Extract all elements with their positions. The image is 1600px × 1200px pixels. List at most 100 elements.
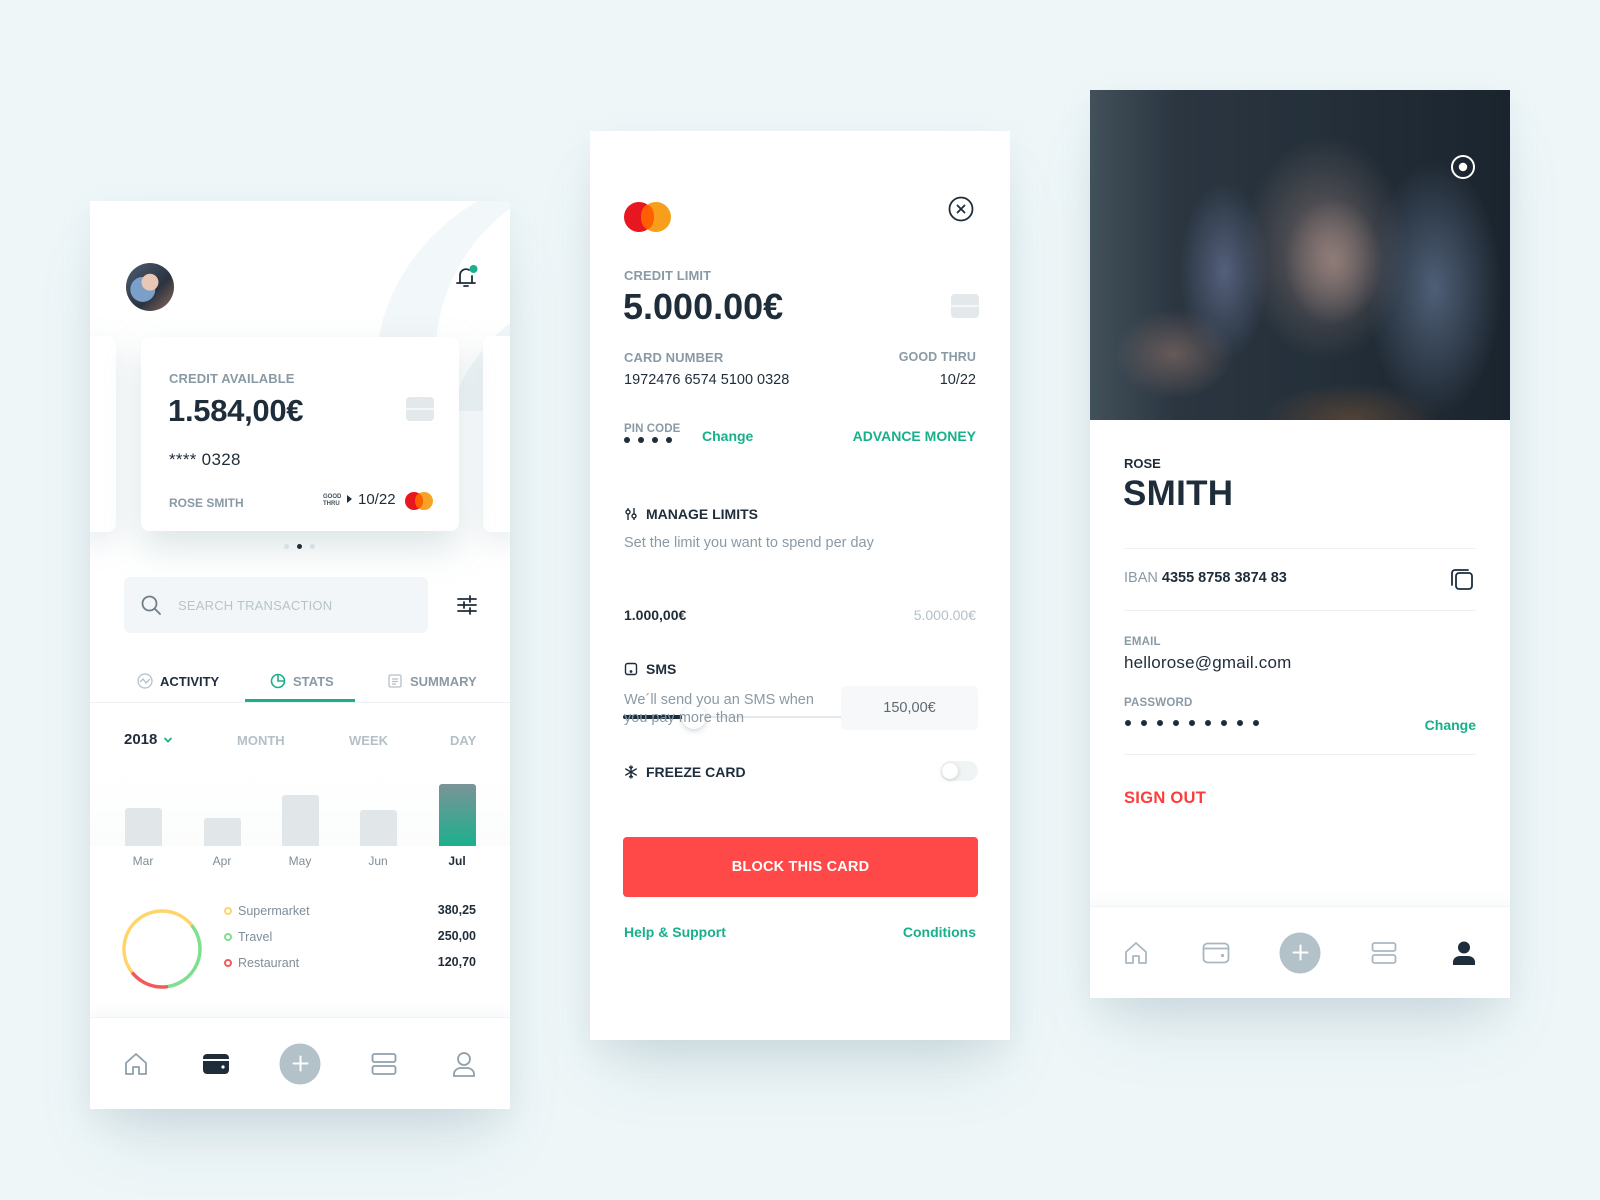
add-button[interactable] [279, 1043, 321, 1084]
card-number-label: CARD NUMBER [624, 350, 724, 365]
password-dot [1237, 720, 1243, 726]
year-selector[interactable]: 2018 [124, 731, 173, 748]
divider [1124, 548, 1476, 549]
mastercard-logo [405, 492, 433, 510]
password-dot [1205, 720, 1211, 726]
sms-label: SMS [646, 661, 677, 677]
close-circle-icon[interactable] [948, 196, 974, 222]
legend-label: Travel [238, 930, 273, 944]
password-dot [1125, 720, 1131, 726]
email-label: EMAIL [1124, 636, 1161, 648]
active-tab-indicator [245, 699, 355, 702]
divider [1124, 610, 1476, 611]
iban-row: IBAN 4355 8758 3874 83 [1124, 570, 1287, 586]
change-pin-link[interactable]: Change [702, 428, 753, 444]
tab-activity[interactable]: ACTIVITY [137, 659, 219, 703]
search-input[interactable] [178, 593, 408, 617]
manage-limits-label: MANAGE LIMITS [646, 506, 758, 522]
pie-chart-icon [270, 673, 286, 689]
card-chip-icon [951, 294, 979, 318]
wallet-icon[interactable] [202, 1053, 230, 1075]
triangle-right-icon [347, 495, 352, 503]
user-avatar[interactable] [126, 263, 174, 311]
card-holder-name: ROSE SMITH [169, 496, 244, 510]
stats-tab-bar: ACTIVITY STATS SUMMARY [90, 659, 510, 703]
card-number-value: 1972476 6574 5100 0328 [624, 372, 790, 388]
max-limit-value: 5.000.00€ [913, 607, 976, 623]
freeze-card-toggle[interactable] [941, 761, 978, 781]
masked-card-number: **** 0328 [169, 450, 241, 469]
password-dot [1253, 720, 1259, 726]
bar-jun[interactable] [360, 810, 397, 846]
good-thru-line1: GOOD [323, 494, 342, 500]
pagination-dot-active[interactable] [297, 544, 302, 549]
card-details-screen: CREDIT LIMIT 5.000.00€ CARD NUMBER 19724… [590, 131, 1010, 1040]
legend-marker-icon [224, 959, 232, 967]
bottom-navigation [90, 1017, 510, 1109]
home-icon[interactable] [1123, 940, 1149, 966]
user-icon[interactable] [452, 1051, 476, 1077]
legend-label: Restaurant [238, 956, 300, 970]
period-month[interactable]: MONTH [237, 733, 285, 748]
bar-may[interactable] [282, 795, 319, 846]
legend-value-supermarket: 380,25 [437, 903, 476, 917]
home-screen: CREDIT AVAILABLE 1.584,00€ **** 0328 ROS… [90, 201, 510, 1109]
mastercard-logo [624, 202, 672, 232]
legend-value-travel: 250,00 [437, 929, 476, 943]
bell-icon[interactable] [452, 263, 480, 291]
bar-label-apr: Apr [212, 854, 232, 868]
pagination-dot[interactable] [310, 544, 315, 549]
email-value: hellorose@gmail.com [1124, 653, 1292, 672]
bar-apr[interactable] [204, 818, 241, 846]
phone-icon [624, 662, 638, 676]
list-icon[interactable] [371, 1052, 397, 1076]
user-icon[interactable] [1453, 941, 1475, 965]
tab-summary-label: SUMMARY [410, 673, 477, 689]
donut-slice-supermarket[interactable] [122, 909, 194, 975]
sign-out-button[interactable]: SIGN OUT [1124, 789, 1206, 808]
help-support-link[interactable]: Help & Support [624, 924, 726, 940]
sliders-vertical-icon [625, 508, 637, 520]
search-transaction-field [124, 577, 428, 633]
copy-icon[interactable] [1450, 567, 1474, 591]
conditions-link[interactable]: Conditions [903, 924, 976, 940]
iban-value: 4355 8758 3874 83 [1161, 570, 1287, 586]
donut-slice-travel[interactable] [165, 924, 202, 989]
card-chip-icon [406, 397, 434, 421]
next-card-peek[interactable] [483, 336, 510, 532]
period-week[interactable]: WEEK [349, 733, 388, 748]
password-label: PASSWORD [1124, 697, 1193, 709]
camera-icon[interactable] [1450, 154, 1476, 180]
sms-threshold-input[interactable]: 150,00€ [841, 686, 978, 730]
credit-card[interactable]: CREDIT AVAILABLE 1.584,00€ **** 0328 ROS… [141, 337, 459, 531]
tab-stats[interactable]: STATS [270, 659, 334, 703]
home-icon[interactable] [123, 1051, 149, 1077]
current-limit-value: 1.000,00€ [624, 607, 687, 623]
year-value: 2018 [124, 731, 158, 748]
first-name: ROSE [1124, 456, 1161, 471]
previous-card-peek[interactable] [90, 336, 116, 532]
donut-slice-restaurant[interactable] [131, 971, 169, 989]
tab-stats-label: STATS [293, 673, 334, 689]
tab-summary[interactable]: SUMMARY [387, 659, 477, 703]
bar-mar[interactable] [125, 808, 162, 846]
sliders-icon[interactable] [456, 594, 478, 616]
bar-jul[interactable] [439, 784, 476, 846]
wallet-icon[interactable] [1202, 942, 1230, 964]
bottom-navigation [1090, 906, 1510, 998]
period-day[interactable]: DAY [450, 733, 476, 748]
iban-label: IBAN [1124, 570, 1158, 586]
legend-item-restaurant: Restaurant [224, 953, 299, 973]
manage-limits-title: MANAGE LIMITS [624, 506, 758, 522]
list-icon[interactable] [1371, 941, 1397, 965]
search-icon [141, 595, 161, 615]
add-button[interactable] [1279, 932, 1321, 973]
plus-icon [292, 1055, 308, 1072]
freeze-card-label: FREEZE CARD [646, 764, 746, 780]
freeze-card-title: FREEZE CARD [624, 764, 746, 780]
last-name: SMITH [1123, 474, 1234, 513]
pagination-dot[interactable] [284, 544, 289, 549]
block-card-button[interactable]: BLOCK THIS CARD [623, 837, 978, 897]
change-password-link[interactable]: Change [1425, 717, 1476, 733]
advance-money-link[interactable]: ADVANCE MONEY [853, 428, 976, 444]
